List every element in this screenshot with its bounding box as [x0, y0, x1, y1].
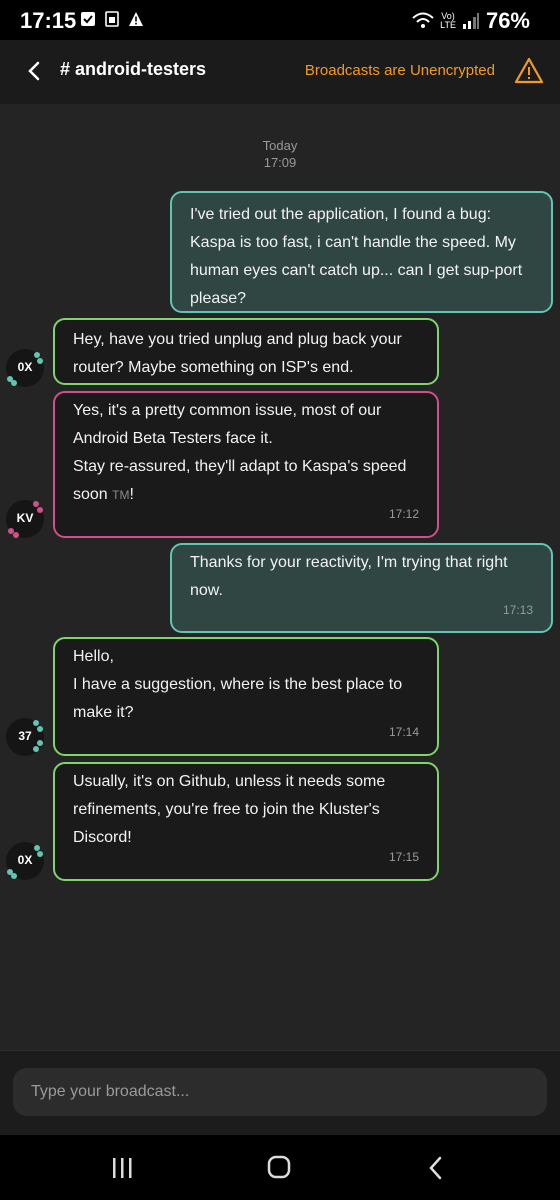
message-bubble-incoming[interactable]: Yes, it's a pretty common issue, most of… — [53, 391, 439, 538]
sim-icon — [105, 11, 119, 27]
status-time: 17:15 — [20, 8, 77, 33]
system-nav-bar — [0, 1135, 560, 1200]
encryption-notice[interactable]: Broadcasts are Unencrypted — [305, 62, 495, 79]
battery-level: 76% — [485, 8, 530, 33]
message-text: I've tried out the application, I found … — [190, 206, 523, 307]
avatar[interactable]: 0X — [6, 842, 44, 880]
warning-icon — [129, 12, 143, 26]
message-text: Stay re-assured, they'll adapt to Kaspa'… — [73, 458, 407, 503]
message-text: Usually, it's on Github, unless it needs… — [73, 773, 386, 846]
back-icon[interactable] — [416, 1153, 456, 1183]
message-text: Hello, — [73, 648, 114, 665]
message-text: Thanks for your reactivity, I'm trying t… — [190, 554, 508, 599]
message-text: Hey, have you tried unplug and plug back… — [73, 331, 402, 376]
network-type: Vo) LTE — [440, 11, 456, 30]
trademark-symbol: TM — [112, 488, 130, 502]
warning-icon[interactable] — [514, 56, 544, 86]
home-icon[interactable] — [259, 1153, 299, 1183]
avatar[interactable]: 0X — [6, 349, 44, 387]
back-arrow-icon[interactable] — [22, 58, 48, 84]
message-text: Yes, it's a pretty common issue, most of… — [73, 402, 382, 447]
avatar[interactable]: 37 — [6, 718, 44, 756]
wifi-icon — [412, 12, 434, 28]
message-text: I have a suggestion, where is the best p… — [73, 676, 403, 721]
signal-icon — [462, 13, 479, 29]
recent-apps-icon[interactable] — [102, 1153, 142, 1183]
channel-name: # android-testers — [60, 59, 207, 79]
avatar[interactable]: KV — [6, 500, 44, 538]
status-bar: 17:15 Vo) LTE 76% — [0, 0, 560, 40]
date-separator: Today 17:09 — [262, 138, 298, 170]
message-bubble-outgoing[interactable]: I've tried out the application, I found … — [170, 191, 553, 313]
message-bubble-outgoing[interactable]: Thanks for your reactivity, I'm trying t… — [170, 543, 553, 633]
message-bubble-incoming[interactable]: Hey, have you tried unplug and plug back… — [53, 318, 439, 385]
message-time: 17:13 — [502, 603, 533, 617]
checkbox-icon — [81, 12, 95, 26]
message-bubble-incoming[interactable]: Usually, it's on Github, unless it needs… — [53, 762, 439, 881]
broadcast-input[interactable] — [13, 1068, 547, 1116]
chat-header: # android-testers Broadcasts are Unencry… — [0, 40, 560, 104]
composer-bar — [0, 1050, 560, 1136]
message-bubble-incoming[interactable]: Hello, I have a suggestion, where is the… — [53, 637, 439, 756]
